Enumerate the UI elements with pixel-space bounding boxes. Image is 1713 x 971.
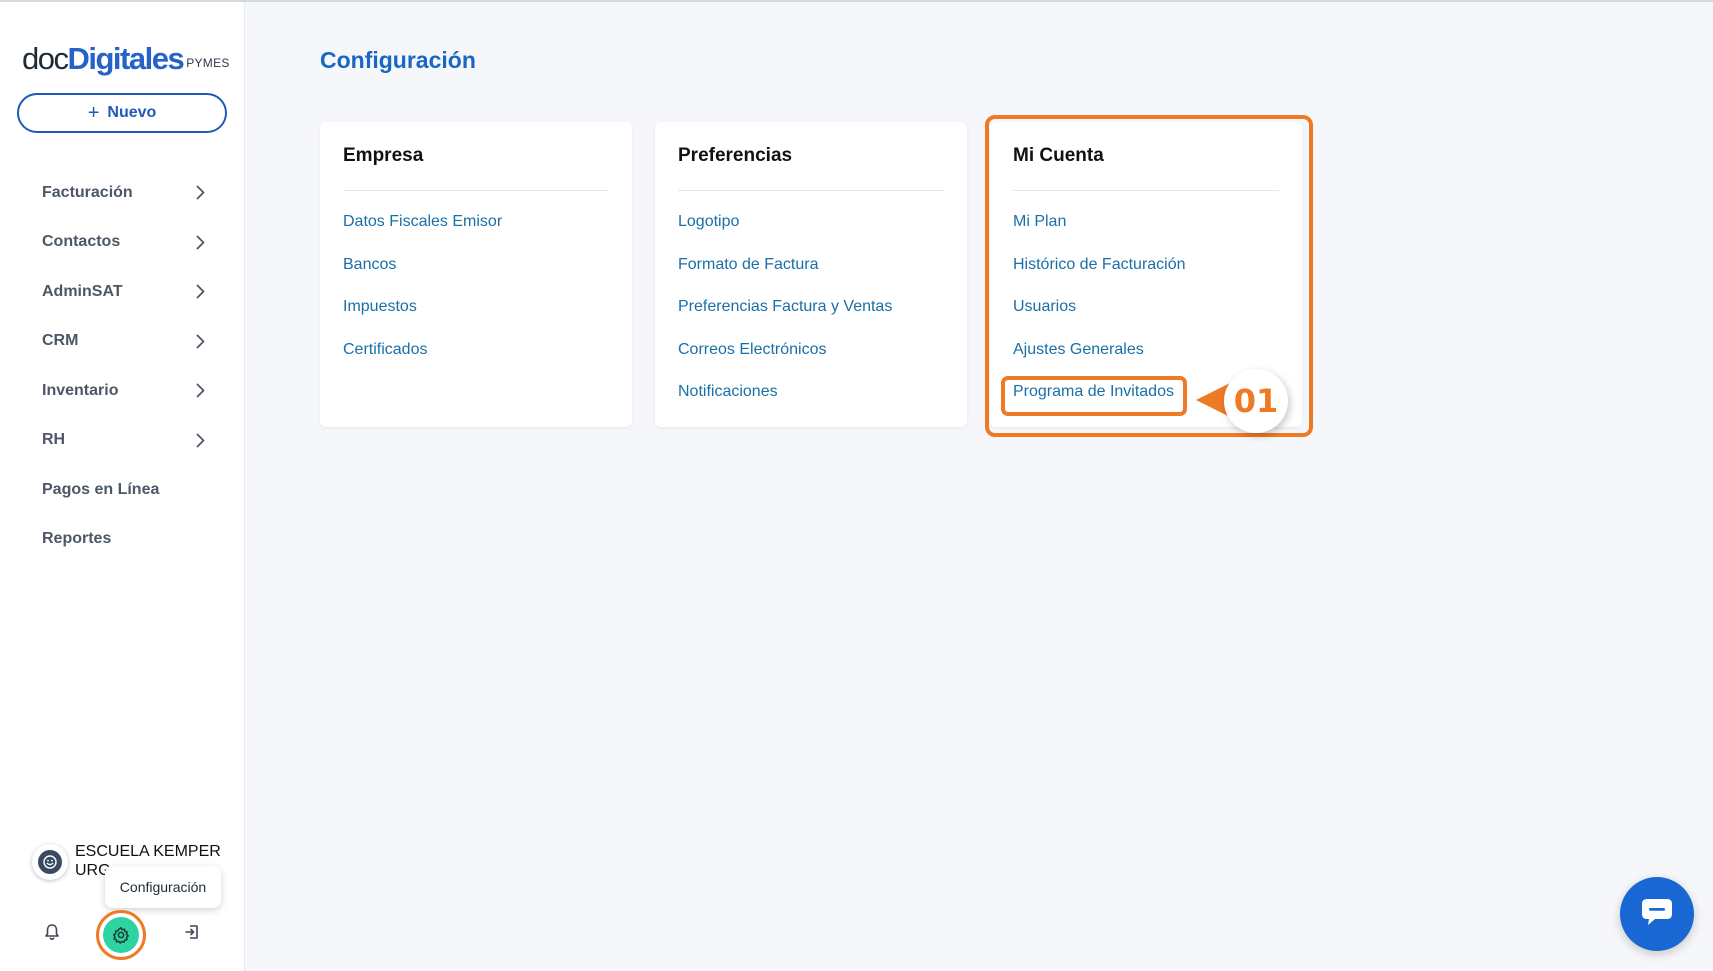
sidebar-item-label: Reportes: [42, 530, 112, 548]
chevron-right-icon: [196, 235, 205, 250]
logout-icon[interactable]: [182, 922, 202, 947]
link-mi-plan[interactable]: Mi Plan: [1013, 213, 1186, 256]
step-number-badge: 01: [1224, 369, 1288, 433]
link-preferencias-factura-ventas[interactable]: Preferencias Factura y Ventas: [678, 298, 892, 341]
link-bancos[interactable]: Bancos: [343, 256, 502, 299]
link-programa-de-invitados[interactable]: Programa de Invitados: [1013, 383, 1186, 426]
sidebar-item-label: Pagos en Línea: [42, 480, 160, 498]
chat-button[interactable]: [1620, 877, 1694, 951]
card-empresa: Empresa Datos Fiscales Emisor Bancos Imp…: [320, 122, 632, 427]
chevron-right-icon: [196, 185, 205, 200]
chevron-right-icon: [196, 383, 205, 398]
avatar: [32, 844, 68, 880]
sidebar-item-label: AdminSAT: [42, 282, 123, 300]
sidebar: doc Digitales PYMES + Nuevo Facturación Co…: [0, 2, 245, 971]
sidebar-item-adminsat[interactable]: AdminSAT: [20, 267, 215, 317]
bell-icon[interactable]: [42, 922, 62, 947]
card-title: Preferencias: [678, 145, 793, 166]
logo-text-digitales: Digitales: [67, 41, 184, 76]
sidebar-item-inventario[interactable]: Inventario: [20, 366, 215, 416]
link-historico-de-facturacion[interactable]: Histórico de Facturación: [1013, 256, 1186, 299]
sidebar-item-label: RH: [42, 431, 66, 449]
sidebar-item-reportes[interactable]: Reportes: [20, 515, 215, 565]
logo-text-doc: doc: [22, 41, 69, 76]
divider: [343, 190, 609, 191]
card-title: Empresa: [343, 145, 424, 166]
settings-tooltip: Configuración: [105, 866, 221, 908]
top-border: [0, 0, 1713, 2]
link-correos-electronicos[interactable]: Correos Electrónicos: [678, 341, 892, 384]
link-usuarios[interactable]: Usuarios: [1013, 298, 1186, 341]
chevron-right-icon: [196, 433, 205, 448]
sidebar-item-label: Inventario: [42, 381, 119, 399]
sidebar-item-label: CRM: [42, 332, 79, 350]
sidebar-item-pagos-en-linea[interactable]: Pagos en Línea: [20, 465, 215, 515]
divider: [678, 190, 944, 191]
plus-icon: +: [87, 102, 100, 124]
link-ajustes-generales[interactable]: Ajustes Generales: [1013, 341, 1186, 384]
settings-button[interactable]: [96, 910, 146, 960]
link-logotipo[interactable]: Logotipo: [678, 213, 892, 256]
sidebar-item-label: Facturación: [42, 183, 133, 201]
logo: doc Digitales PYMES: [22, 34, 230, 74]
link-datos-fiscales-emisor[interactable]: Datos Fiscales Emisor: [343, 213, 502, 256]
smiley-icon: [38, 850, 62, 874]
new-button-label: Nuevo: [107, 104, 157, 121]
link-impuestos[interactable]: Impuestos: [343, 298, 502, 341]
sidebar-item-label: Contactos: [42, 233, 121, 251]
divider: [1013, 190, 1279, 191]
sidebar-item-crm[interactable]: CRM: [20, 317, 215, 367]
card-title: Mi Cuenta: [1013, 145, 1104, 166]
link-notificaciones[interactable]: Notificaciones: [678, 383, 892, 426]
sidebar-item-contactos[interactable]: Contactos: [20, 218, 215, 268]
page-title: Configuración: [320, 47, 476, 73]
chat-bubble-icon: [1639, 896, 1675, 933]
sidebar-item-facturacion[interactable]: Facturación: [20, 168, 215, 218]
chevron-right-icon: [196, 334, 205, 349]
sidebar-item-rh[interactable]: RH: [20, 416, 215, 466]
logo-text-pymes: PYMES: [186, 56, 230, 70]
sidebar-footer: [0, 910, 245, 960]
gear-icon: [103, 917, 139, 953]
sidebar-nav: Facturación Contactos AdminSAT CRM Inven…: [20, 168, 215, 564]
link-certificados[interactable]: Certificados: [343, 341, 502, 384]
chevron-right-icon: [196, 284, 205, 299]
card-preferencias: Preferencias Logotipo Formato de Factura…: [655, 122, 967, 427]
new-button[interactable]: + Nuevo: [17, 93, 227, 133]
step-marker: 01: [1196, 369, 1291, 433]
link-formato-de-factura[interactable]: Formato de Factura: [678, 256, 892, 299]
